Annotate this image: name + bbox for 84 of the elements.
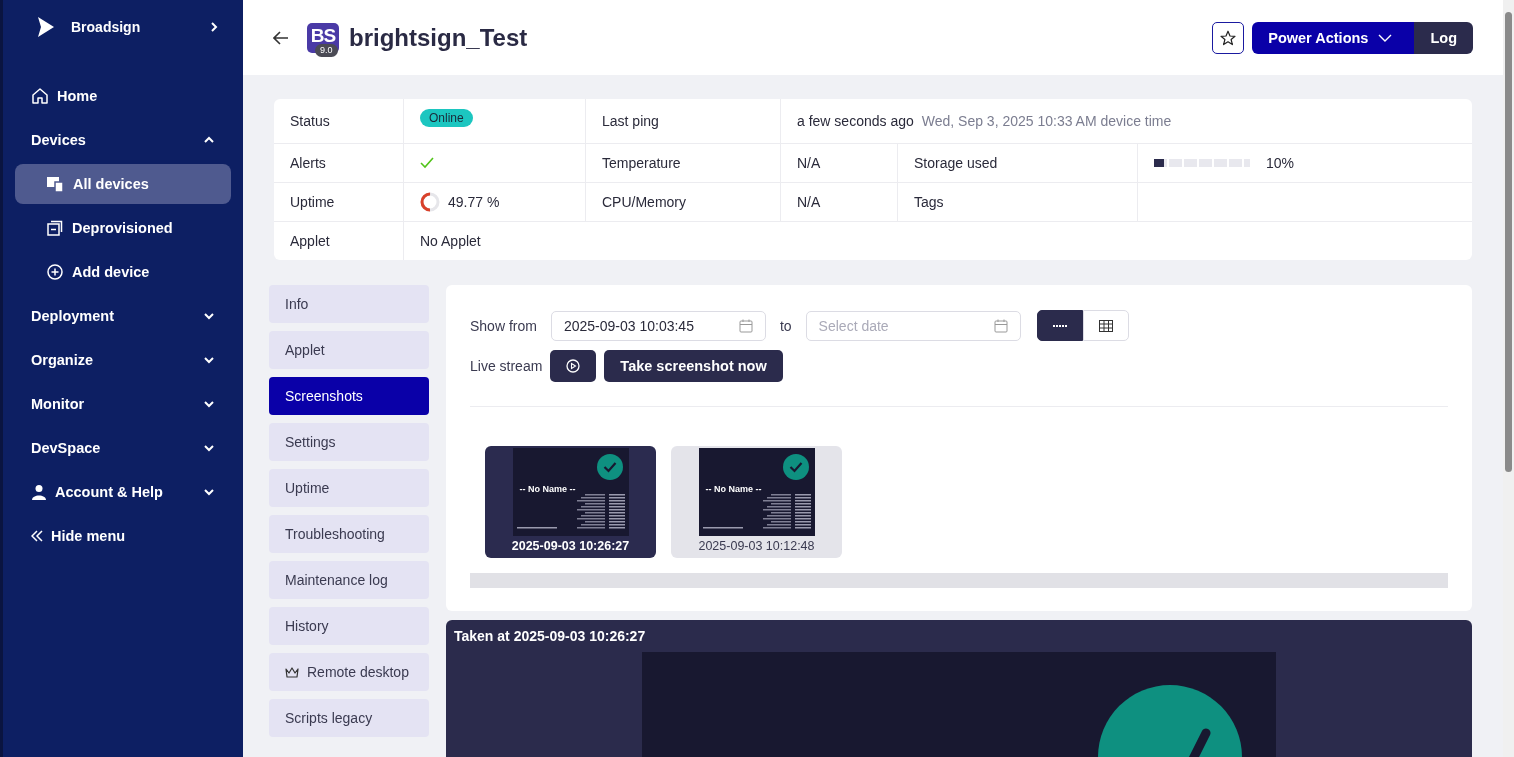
table-icon (1098, 319, 1113, 332)
field-label: Live stream (470, 358, 543, 374)
favorite-button[interactable] (1212, 21, 1245, 54)
field-label: CPU/Memory (602, 194, 686, 210)
nav-item[interactable]: DevSpace (15, 426, 231, 470)
field-label: Last ping (602, 113, 659, 129)
timestamp: 2025-09-03 10:12:48 (698, 539, 815, 553)
nav-item[interactable]: Deprovisioned (15, 208, 231, 248)
chevron-down-icon (203, 312, 215, 320)
screenshot-thumbnail[interactable]: -- No Name -- 2025-09-03 10:12:48 (671, 446, 842, 558)
play-icon (566, 359, 581, 373)
logo-icon (37, 16, 55, 38)
chevron-down-icon (203, 356, 215, 364)
page-title: brightsign_Test (349, 23, 528, 52)
person-icon (31, 484, 47, 500)
star-icon (1220, 29, 1237, 46)
chevron-down-icon (203, 400, 215, 408)
field-label: Show from (470, 317, 537, 334)
tab[interactable]: Uptime (269, 469, 429, 507)
date-field[interactable]: 2025-09-03 10:03:45 (550, 310, 766, 341)
status-badge: Online (420, 109, 473, 127)
tab[interactable]: Scripts legacy (269, 699, 429, 737)
field-value: a few seconds ago (797, 113, 914, 129)
field-label: Temperature (602, 155, 681, 171)
back-arrow-icon[interactable] (273, 30, 289, 45)
grid-view-button[interactable] (1082, 310, 1129, 341)
page-scrollbar[interactable] (1503, 0, 1514, 757)
field-label: Applet (290, 233, 330, 249)
screenshot-thumbnail[interactable]: -- No Name -- 2025-09-03 10:26:27 (485, 446, 656, 558)
field-value: No Applet (420, 233, 481, 249)
preview-title: Taken at 2025-09-03 10:26:27 (453, 627, 647, 646)
timeline-view-button[interactable] (1036, 310, 1083, 341)
nav-item[interactable]: Deployment (15, 294, 231, 338)
caret-icon (1378, 33, 1393, 42)
brand-name[interactable]: Broadsign (71, 19, 209, 35)
live-stream-button[interactable] (550, 350, 597, 382)
hide-menu-link[interactable]: Hide menu (15, 514, 231, 558)
tab[interactable]: Applet (269, 331, 429, 369)
screen-title: -- No Name -- (704, 484, 763, 494)
nav-item[interactable]: Add device (15, 252, 231, 292)
timestamp: 2025-09-03 10:26:27 (511, 539, 630, 553)
calendar-icon (993, 318, 1008, 333)
crown-icon (285, 666, 299, 678)
field-label: Uptime (290, 194, 335, 210)
nav-item[interactable]: Home (15, 74, 231, 118)
take-screenshot-button[interactable]: Take screenshot now (604, 350, 783, 382)
field-value: N/A (797, 155, 821, 171)
log-button[interactable]: Log (1414, 21, 1473, 54)
chevron-down-icon (203, 444, 215, 452)
nav-item[interactable]: Devices (15, 118, 231, 162)
power-actions-button[interactable]: Power Actions (1252, 21, 1415, 54)
add-icon (47, 264, 63, 280)
field-label: Status (290, 113, 330, 129)
field-label: Alerts (290, 155, 326, 171)
chevron-right-icon[interactable] (209, 21, 219, 33)
uptime-ring (420, 192, 440, 212)
field-label: Tags (914, 194, 944, 210)
chevron-up-icon (203, 136, 215, 144)
field-value: 49.77 % (448, 194, 500, 210)
screen-title: -- No Name -- (518, 484, 577, 494)
device-time: Wed, Sep 3, 2025 10:33 AM device time (921, 113, 1172, 129)
field-value: N/A (797, 194, 821, 210)
nav-item[interactable]: Account & Help (15, 470, 231, 514)
double-chevron-left-icon (31, 530, 43, 542)
tab[interactable]: Settings (269, 423, 429, 461)
copy-icon (47, 220, 63, 236)
tab[interactable]: History (269, 607, 429, 645)
tab[interactable]: Info (269, 285, 429, 323)
calendar-icon (738, 318, 753, 333)
nav-item[interactable]: All devices (15, 164, 231, 204)
field-value: 10% (1266, 155, 1295, 171)
tab[interactable]: Troubleshooting (269, 515, 429, 553)
field-label: to (779, 317, 792, 334)
nav-item[interactable]: Monitor (15, 382, 231, 426)
devices-icon (47, 176, 64, 192)
chevron-down-icon (203, 488, 215, 496)
horizontal-scrollbar[interactable] (470, 573, 1448, 588)
tab[interactable]: Maintenance log (269, 561, 429, 599)
home-icon (31, 87, 49, 105)
tab[interactable]: Remote desktop (269, 653, 429, 691)
nav-item[interactable]: Organize (15, 338, 231, 382)
dots-icon (1052, 323, 1067, 328)
field-label: Storage used (914, 155, 998, 171)
tab[interactable]: Screenshots (269, 377, 429, 415)
